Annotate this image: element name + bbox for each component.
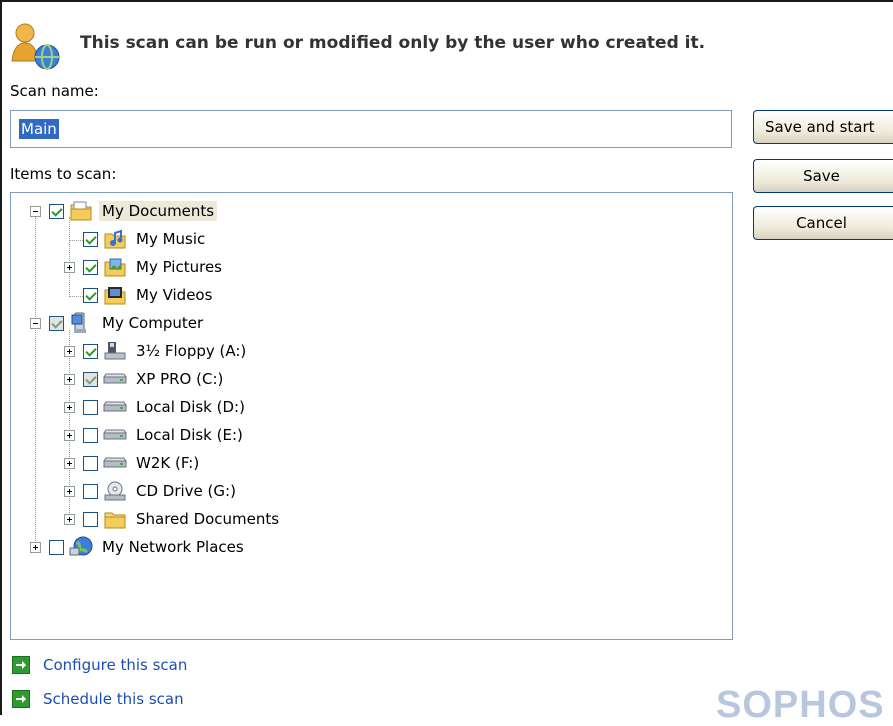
pictures-folder-icon [103, 256, 127, 278]
tree-node-my-music[interactable]: My Music [64, 226, 208, 252]
tree-node-label: My Music [136, 230, 206, 248]
expand-toggle[interactable] [30, 541, 41, 553]
checkbox[interactable] [49, 539, 64, 555]
scan-name-value[interactable]: Main [19, 119, 59, 139]
cd-drive-icon [103, 480, 127, 502]
checkbox[interactable] [83, 287, 98, 303]
tree-node-my-videos[interactable]: My Videos [64, 282, 215, 308]
tree-node-my-network-places[interactable]: My Network Places [30, 534, 247, 560]
expand-toggle[interactable] [64, 429, 75, 441]
cancel-button[interactable]: Cancel [753, 206, 893, 240]
checkbox[interactable] [83, 231, 98, 247]
expand-toggle[interactable] [64, 373, 75, 385]
tree-node-xp-pro-c[interactable]: XP PRO (C:) [64, 366, 226, 392]
tree-node-floppy-a[interactable]: 3½ Floppy (A:) [64, 338, 249, 364]
checkbox[interactable] [83, 399, 98, 415]
tree-node-local-disk-e[interactable]: Local Disk (E:) [64, 422, 246, 448]
hard-disk-icon [103, 452, 127, 474]
schedule-scan-label: Schedule this scan [43, 690, 184, 708]
expand-toggle[interactable] [64, 513, 75, 525]
checkbox[interactable] [83, 455, 98, 471]
window-border-left [0, 0, 2, 715]
floppy-drive-icon [103, 340, 127, 362]
expand-toggle[interactable] [64, 401, 75, 413]
checkbox[interactable] [83, 427, 98, 443]
tree-node-label: My Pictures [136, 258, 222, 276]
tree-node-label: 3½ Floppy (A:) [136, 342, 247, 360]
user-owner-icon [10, 21, 68, 71]
tree-node-label: Local Disk (D:) [136, 398, 245, 416]
documents-folder-icon [69, 200, 93, 222]
expand-toggle[interactable] [64, 485, 75, 497]
scan-name-label: Scan name: [10, 82, 99, 100]
window-border-top [0, 0, 893, 2]
owner-notice: This scan can be run or modified only by… [80, 33, 706, 53]
tree-connector [35, 217, 36, 551]
tree-node-my-computer[interactable]: My Computer [30, 310, 206, 336]
schedule-scan-link[interactable]: Schedule this scan [12, 690, 184, 708]
save-and-start-label: Save and start [765, 118, 875, 136]
tree-node-label: XP PRO (C:) [136, 370, 224, 388]
configure-scan-link[interactable]: Configure this scan [12, 656, 187, 674]
expand-toggle[interactable] [64, 261, 75, 273]
shared-folder-icon [103, 508, 127, 530]
hard-disk-icon [103, 368, 127, 390]
tree-node-w2k-f[interactable]: W2K (F:) [64, 450, 202, 476]
collapse-toggle[interactable] [30, 317, 41, 329]
collapse-toggle[interactable] [30, 205, 41, 217]
tree-node-label: Shared Documents [136, 510, 280, 528]
arrow-right-icon [12, 656, 30, 674]
items-to-scan-label: Items to scan: [10, 165, 117, 183]
tree-node-shared-documents[interactable]: Shared Documents [64, 506, 282, 532]
checkbox[interactable] [83, 483, 98, 499]
save-button[interactable]: Save [753, 159, 893, 193]
expand-toggle[interactable] [64, 457, 75, 469]
save-label: Save [803, 167, 840, 185]
tree-node-my-documents[interactable]: My Documents [30, 198, 218, 224]
checkbox[interactable] [83, 259, 98, 275]
arrow-right-icon [12, 690, 30, 708]
tree-node-label: My Documents [99, 201, 218, 221]
cancel-label: Cancel [796, 214, 847, 232]
expand-toggle[interactable] [64, 345, 75, 357]
tree-node-local-disk-d[interactable]: Local Disk (D:) [64, 394, 248, 420]
tree-node-my-pictures[interactable]: My Pictures [64, 254, 225, 280]
checkbox[interactable] [83, 511, 98, 527]
music-folder-icon [103, 228, 127, 250]
configure-scan-label: Configure this scan [43, 656, 188, 674]
tree-node-label: Local Disk (E:) [136, 426, 243, 444]
checkbox[interactable] [83, 371, 98, 387]
tree-node-cd-drive-g[interactable]: CD Drive (G:) [64, 478, 239, 504]
videos-folder-icon [103, 284, 127, 306]
computer-icon [69, 312, 93, 334]
hard-disk-icon [103, 396, 127, 418]
tree-node-label: My Videos [136, 286, 213, 304]
checkbox[interactable] [83, 343, 98, 359]
tree-node-label: My Network Places [102, 538, 244, 556]
tree-node-label: My Computer [102, 314, 204, 332]
save-and-start-button[interactable]: Save and start [753, 110, 893, 144]
tree-node-label: W2K (F:) [136, 454, 200, 472]
tree-node-label: CD Drive (G:) [136, 482, 236, 500]
scan-name-input[interactable]: Main [10, 110, 732, 148]
items-tree[interactable]: My Documents My Music My Pictures My Vid… [10, 192, 733, 640]
hard-disk-icon [103, 424, 127, 446]
checkbox[interactable] [49, 203, 64, 219]
sophos-watermark: SOPHOS [716, 684, 885, 726]
checkbox[interactable] [49, 315, 64, 331]
network-places-icon [69, 536, 93, 558]
